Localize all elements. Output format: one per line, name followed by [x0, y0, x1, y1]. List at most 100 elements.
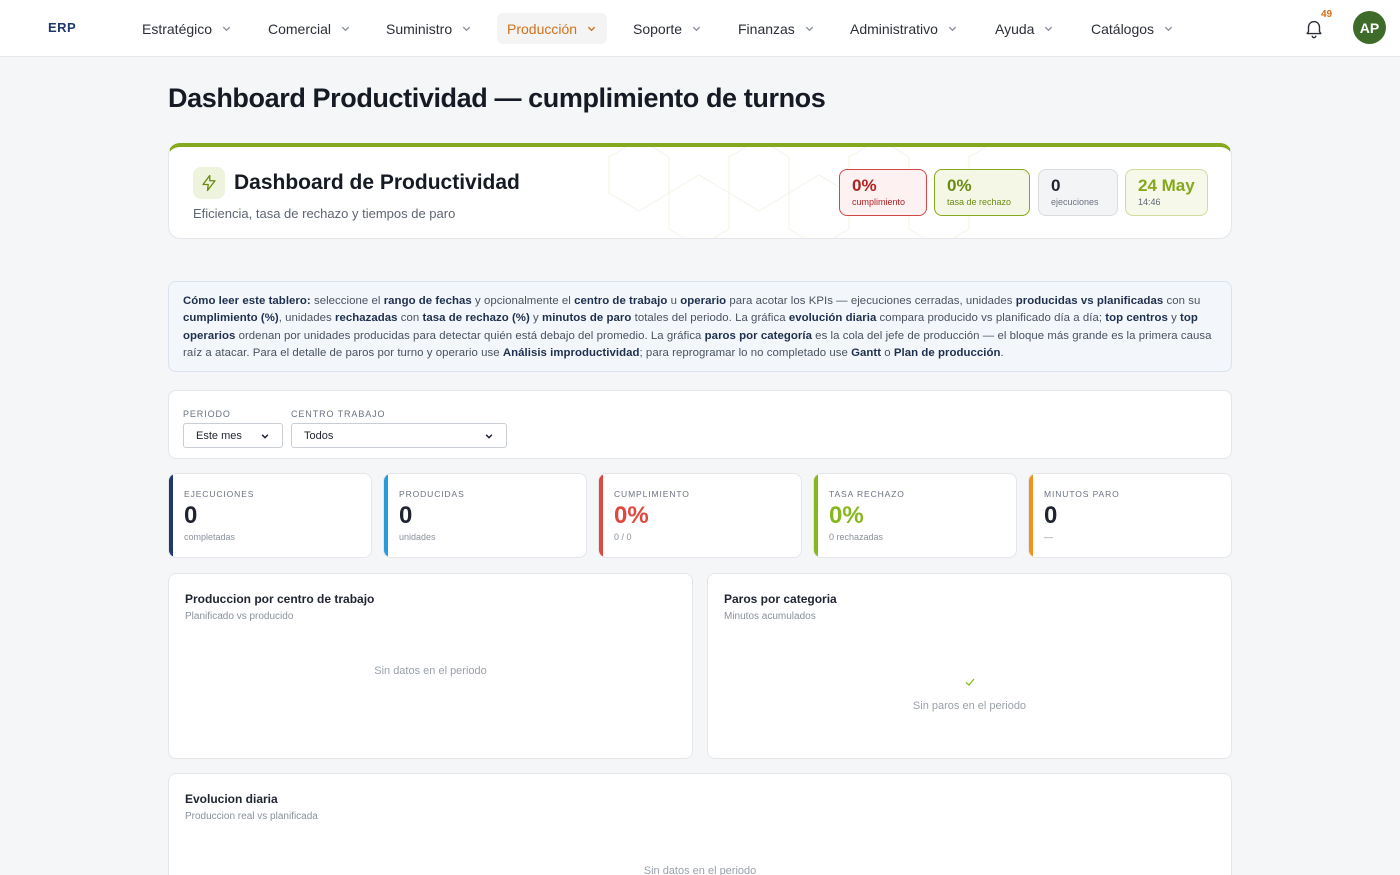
kpi-value: 0	[399, 502, 413, 529]
help-keyword: tasa de rechazo (%)	[422, 312, 530, 325]
nav-item-label: Producción	[507, 20, 578, 37]
kpi-value: 0%	[829, 502, 864, 529]
help-keyword: paros por categoría	[704, 329, 812, 342]
chevron-down-icon	[261, 433, 269, 439]
centro-select[interactable]: Todos	[291, 423, 507, 448]
panel-produccion-centro: Produccion por centro de trabajo Planifi…	[168, 573, 693, 759]
nav-item-comercial[interactable]: Comercial	[258, 13, 361, 44]
nav-item-label: Suministro	[386, 20, 453, 37]
help-keyword: rango de fechas	[383, 295, 472, 307]
kpi-accent-bar	[169, 474, 173, 557]
help-fragment: ordenan por unidades producidas para det…	[235, 329, 705, 342]
periodo-value: Este mes	[196, 429, 242, 442]
help-fragment: .	[1000, 346, 1004, 359]
notification-badge: 49	[1321, 9, 1333, 20]
pill-rechazo: 0% tasa de rechazo	[934, 169, 1030, 216]
centro-label: CENTRO TRABAJO	[291, 409, 386, 419]
filters-card: PERIODO Este mes CENTRO TRABAJO Todos	[168, 390, 1232, 459]
help-keyword: centro de trabajo	[574, 295, 668, 307]
kpi-accent-bar	[1029, 474, 1033, 557]
kpi-sub: 0 rechazadas	[829, 532, 884, 542]
kpi-label: CUMPLIMIENTO	[614, 489, 690, 499]
kpi-card-minutos-paro: MINUTOS PARO 0 —	[1028, 473, 1232, 558]
help-fragment: con su	[1163, 295, 1201, 307]
nav-item-administrativo[interactable]: Administrativo	[840, 13, 968, 44]
help-fragment: seleccione el	[310, 295, 384, 307]
kpi-sub: unidades	[399, 532, 436, 542]
nav-item-suministro[interactable]: Suministro	[376, 13, 482, 44]
kpi-sub: —	[1044, 532, 1053, 542]
periodo-select[interactable]: Este mes	[183, 423, 283, 448]
help-keyword: Cómo leer este tablero:	[183, 295, 311, 307]
brand-logo[interactable]: ERP	[48, 20, 76, 35]
kpi-label: MINUTOS PARO	[1044, 489, 1120, 499]
help-keyword: producidas vs planificadas	[1015, 295, 1164, 307]
hero-subtitle: Eficiencia, tasa de rechazo y tiempos de…	[193, 206, 456, 221]
nav-item-soporte[interactable]: Soporte	[623, 13, 712, 44]
chevron-down-icon	[692, 26, 701, 32]
help-keyword: top centros	[1105, 312, 1168, 325]
user-avatar[interactable]: AP	[1353, 11, 1386, 44]
nav-item-label: Catálogos	[1091, 20, 1155, 37]
nav-item-catalogos[interactable]: Catálogos	[1081, 13, 1184, 44]
help-keyword: evolución diaria	[788, 312, 877, 325]
nav-item-produccion[interactable]: Producción	[497, 13, 608, 44]
empty-state: Sin paros en el periodo	[912, 700, 1027, 712]
help-fragment: compara producido vs planificado día a d…	[876, 312, 1106, 325]
kpi-card-cumplimiento: CUMPLIMIENTO 0% 0 / 0	[598, 473, 802, 558]
nav-item-finanzas[interactable]: Finanzas	[728, 13, 825, 44]
empty-state: Sin datos en el periodo	[374, 665, 487, 677]
help-keyword: Plan de producción	[893, 346, 1001, 359]
kpi-label: EJECUCIONES	[184, 489, 255, 499]
kpi-card-producidas: PRODUCIDAS 0 unidades	[383, 473, 587, 558]
help-keyword: cumplimiento (%)	[183, 312, 279, 325]
pill-value: 24 May	[1138, 176, 1195, 195]
pill-label: ejecuciones	[1051, 197, 1099, 207]
hero-title: Dashboard de Productividad	[234, 171, 520, 194]
chevron-down-icon	[1164, 26, 1173, 32]
chevron-down-icon	[587, 26, 596, 32]
nav-item-label: Comercial	[268, 20, 332, 37]
pill-label: cumplimiento	[852, 197, 906, 207]
bell-icon[interactable]	[1303, 17, 1325, 39]
pill-value: 0	[1051, 176, 1061, 195]
panel-paros-categoria: Paros por categoria Minutos acumulados S…	[707, 573, 1232, 759]
kpi-accent-bar	[599, 474, 603, 557]
help-fragment: y opcionalmente el	[471, 295, 575, 307]
nav-item-ayuda[interactable]: Ayuda	[985, 13, 1064, 44]
kpi-label: PRODUCIDAS	[399, 489, 465, 499]
top-navbar: ERP Estratégico Comercial Suministro Pro…	[0, 0, 1400, 57]
help-text: Cómo leer este tablero: seleccione el ra…	[183, 295, 1212, 359]
panel-evolucion-diaria: Evolucion diaria Produccion real vs plan…	[168, 773, 1232, 875]
nav-item-label: Administrativo	[850, 20, 938, 37]
nav-item-estrategico[interactable]: Estratégico	[132, 13, 242, 44]
chevron-down-icon	[341, 26, 350, 32]
help-fragment: , unidades	[278, 312, 336, 325]
kpi-value: 0	[1044, 502, 1058, 529]
panel-title: Produccion por centro de trabajo	[185, 592, 375, 606]
periodo-label: PERIODO	[183, 409, 231, 419]
nav-item-label: Soporte	[633, 20, 683, 37]
kpi-accent-bar	[814, 474, 818, 557]
help-fragment: ; para reprogramar lo no completado use	[639, 346, 852, 359]
panel-subtitle: Planificado vs producido	[185, 611, 294, 622]
kpi-sub: 0 / 0	[614, 532, 632, 542]
chevron-down-icon	[805, 26, 813, 32]
panel-title: Paros por categoria	[724, 592, 837, 606]
chevron-down-icon	[948, 26, 957, 32]
help-keyword: operario	[680, 295, 727, 307]
help-fragment: y	[529, 312, 543, 325]
help-fragment: u	[667, 295, 681, 307]
nav-item-label: Finanzas	[738, 20, 795, 37]
help-fragment: o	[881, 346, 894, 359]
centro-value: Todos	[304, 429, 334, 442]
kpi-value: 0%	[614, 502, 649, 529]
help-fragment: totales del periodo. La gráfica	[631, 312, 789, 325]
help-fragment: con	[397, 312, 423, 325]
kpi-card-tasa-rechazo: TASA RECHAZO 0% 0 rechazadas	[813, 473, 1017, 558]
page-title: Dashboard Productividad — cumplimiento d…	[168, 83, 826, 113]
hero-card: Dashboard de Productividad Eficiencia, t…	[168, 143, 1232, 239]
help-keyword: Análisis improductividad	[502, 346, 640, 359]
kpi-accent-bar	[384, 474, 388, 557]
panel-subtitle: Produccion real vs planificada	[185, 811, 318, 822]
